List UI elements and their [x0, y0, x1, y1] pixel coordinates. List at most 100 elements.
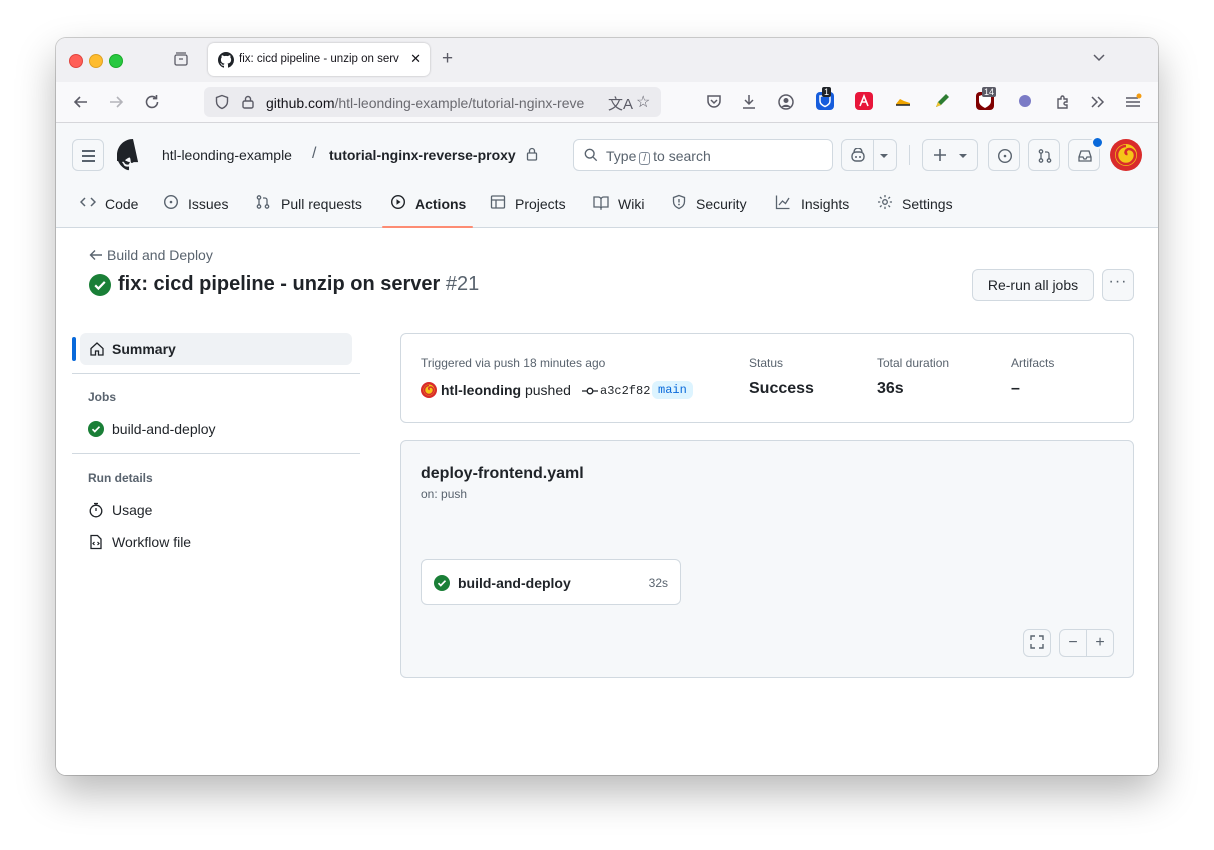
fullscreen-button[interactable]: [1023, 629, 1051, 657]
pull-requests-button[interactable]: [1028, 139, 1060, 171]
search-icon: [584, 148, 598, 162]
browser-nav-bar: github.com/htl-leonding-example/tutorial…: [56, 82, 1158, 123]
reload-icon[interactable]: [143, 93, 161, 116]
run-title-text: fix: cicd pipeline - unzip on server: [118, 273, 441, 295]
artifacts-value: –: [1011, 380, 1020, 397]
pull-request-icon: [1038, 149, 1052, 163]
triggered-text: Triggered via push 18 minutes ago: [421, 356, 606, 370]
status-value: Success: [749, 380, 814, 397]
issues-button[interactable]: [988, 139, 1020, 171]
more-options-button[interactable]: ···: [1102, 269, 1134, 301]
job-label: build-and-deploy: [112, 421, 216, 437]
browser-window: fix: cicd pipeline - unzip on serv ✕ + g…: [56, 38, 1158, 775]
fullscreen-icon: [1030, 635, 1044, 649]
tab-list-icon[interactable]: [172, 51, 190, 69]
pull-request-icon: [256, 195, 270, 209]
app-menu-icon[interactable]: [1124, 93, 1142, 116]
actor-link[interactable]: htl-leonding: [441, 382, 521, 398]
back-to-workflow-link[interactable]: Build and Deploy: [89, 247, 213, 263]
user-avatar[interactable]: [1110, 139, 1142, 171]
translate-icon[interactable]: 文A: [608, 93, 633, 114]
close-window-button[interactable]: [69, 54, 83, 68]
account-icon[interactable]: [777, 93, 795, 116]
extensions-puzzle-icon[interactable]: [1054, 93, 1072, 116]
private-lock-icon: [526, 147, 538, 161]
copilot-button[interactable]: [841, 139, 897, 171]
book-icon: [593, 196, 609, 210]
divider: [72, 373, 360, 374]
workflow-file-label: Workflow file: [112, 534, 192, 550]
job-node-label: build-and-deploy: [458, 575, 571, 591]
back-label: Build and Deploy: [107, 247, 213, 263]
download-icon[interactable]: [740, 93, 758, 116]
ublock-badge: 14: [982, 87, 997, 97]
new-tab-icon[interactable]: +: [442, 49, 453, 69]
adobe-acrobat-extension-icon[interactable]: [855, 92, 873, 110]
maximize-window-button[interactable]: [109, 54, 123, 68]
breadcrumb-separator: /: [312, 145, 317, 162]
inbox-button[interactable]: [1068, 136, 1104, 171]
create-new-button[interactable]: [922, 139, 978, 171]
pencil-extension-icon[interactable]: [933, 92, 951, 110]
job-node-build-and-deploy[interactable]: build-and-deploy 32s: [421, 559, 681, 605]
file-code-icon: [90, 534, 102, 550]
ublock-extension-icon[interactable]: 14: [976, 87, 997, 110]
url-host: github.com: [266, 95, 335, 111]
bookmark-star-icon[interactable]: ☆: [636, 92, 650, 112]
bitwarden-extension-icon[interactable]: 1: [816, 87, 834, 110]
issue-icon: [997, 148, 1013, 164]
branch-badge[interactable]: main: [652, 381, 693, 399]
back-arrow-icon[interactable]: [72, 93, 90, 116]
play-icon: [390, 194, 406, 210]
search-input[interactable]: Type / to search: [573, 139, 833, 171]
code-icon: [80, 197, 96, 207]
check-circle-icon: [88, 421, 104, 437]
tab-projects-label: Projects: [515, 196, 566, 212]
close-tab-icon[interactable]: ✕: [410, 51, 421, 67]
tracking-shield-icon[interactable]: [214, 94, 230, 110]
github-logo-icon[interactable]: [117, 139, 149, 171]
forward-arrow-icon[interactable]: [107, 93, 125, 116]
github-page: htl-leonding-example / tutorial-nginx-re…: [56, 123, 1158, 775]
menu-button[interactable]: [72, 139, 104, 171]
issue-icon: [163, 194, 179, 210]
summary-label: Summary: [112, 341, 176, 357]
minimize-window-button[interactable]: [89, 54, 103, 68]
arrow-left-icon: [89, 250, 102, 260]
address-bar[interactable]: github.com/htl-leonding-example/tutorial…: [204, 87, 661, 117]
workflow-trigger: on: push: [421, 487, 468, 501]
web-extension-icon[interactable]: [1016, 92, 1034, 110]
rerun-all-jobs-button[interactable]: Re-run all jobs: [972, 269, 1094, 301]
plus-icon: [934, 149, 946, 161]
commit-icon: [582, 387, 598, 395]
sneaker-extension-icon[interactable]: [894, 92, 912, 110]
divider: [72, 453, 360, 454]
pocket-icon[interactable]: [705, 93, 723, 116]
tab-title: fix: cicd pipeline - unzip on serv: [239, 53, 399, 65]
chevron-down-icon: [880, 154, 888, 158]
url-text[interactable]: github.com/htl-leonding-example/tutorial…: [266, 95, 606, 111]
zoom-in-button[interactable]: +: [1086, 629, 1114, 657]
tab-settings-label: Settings: [902, 196, 953, 212]
check-circle-icon: [434, 575, 450, 591]
repo-owner-link[interactable]: htl-leonding-example: [162, 147, 292, 163]
browser-tab-active[interactable]: fix: cicd pipeline - unzip on serv ✕: [208, 43, 430, 76]
zoom-out-button[interactable]: −: [1059, 629, 1087, 657]
shield-icon: [672, 194, 686, 210]
home-icon: [90, 342, 104, 356]
bitwarden-badge: 1: [822, 87, 832, 97]
tab-pull-requests-label: Pull requests: [281, 196, 362, 212]
repo-name-link[interactable]: tutorial-nginx-reverse-proxy: [329, 147, 516, 163]
usage-label: Usage: [112, 502, 153, 518]
actor-avatar[interactable]: [421, 382, 437, 398]
overflow-chevrons-icon[interactable]: [1088, 93, 1106, 116]
sidebar-item-summary[interactable]: Summary: [80, 333, 352, 365]
commit-sha-link[interactable]: a3c2f82: [600, 384, 650, 398]
gear-icon: [878, 195, 892, 209]
url-path: /htl-leonding-example/tutorial-nginx-rev…: [334, 95, 585, 111]
repo-nav: Code Issues Pull requests Actions Projec…: [56, 179, 1158, 228]
tab-actions[interactable]: Actions: [382, 179, 473, 228]
job-duration: 32s: [648, 576, 668, 590]
chevron-down-icon[interactable]: [1092, 50, 1106, 67]
lock-icon[interactable]: [240, 94, 256, 110]
